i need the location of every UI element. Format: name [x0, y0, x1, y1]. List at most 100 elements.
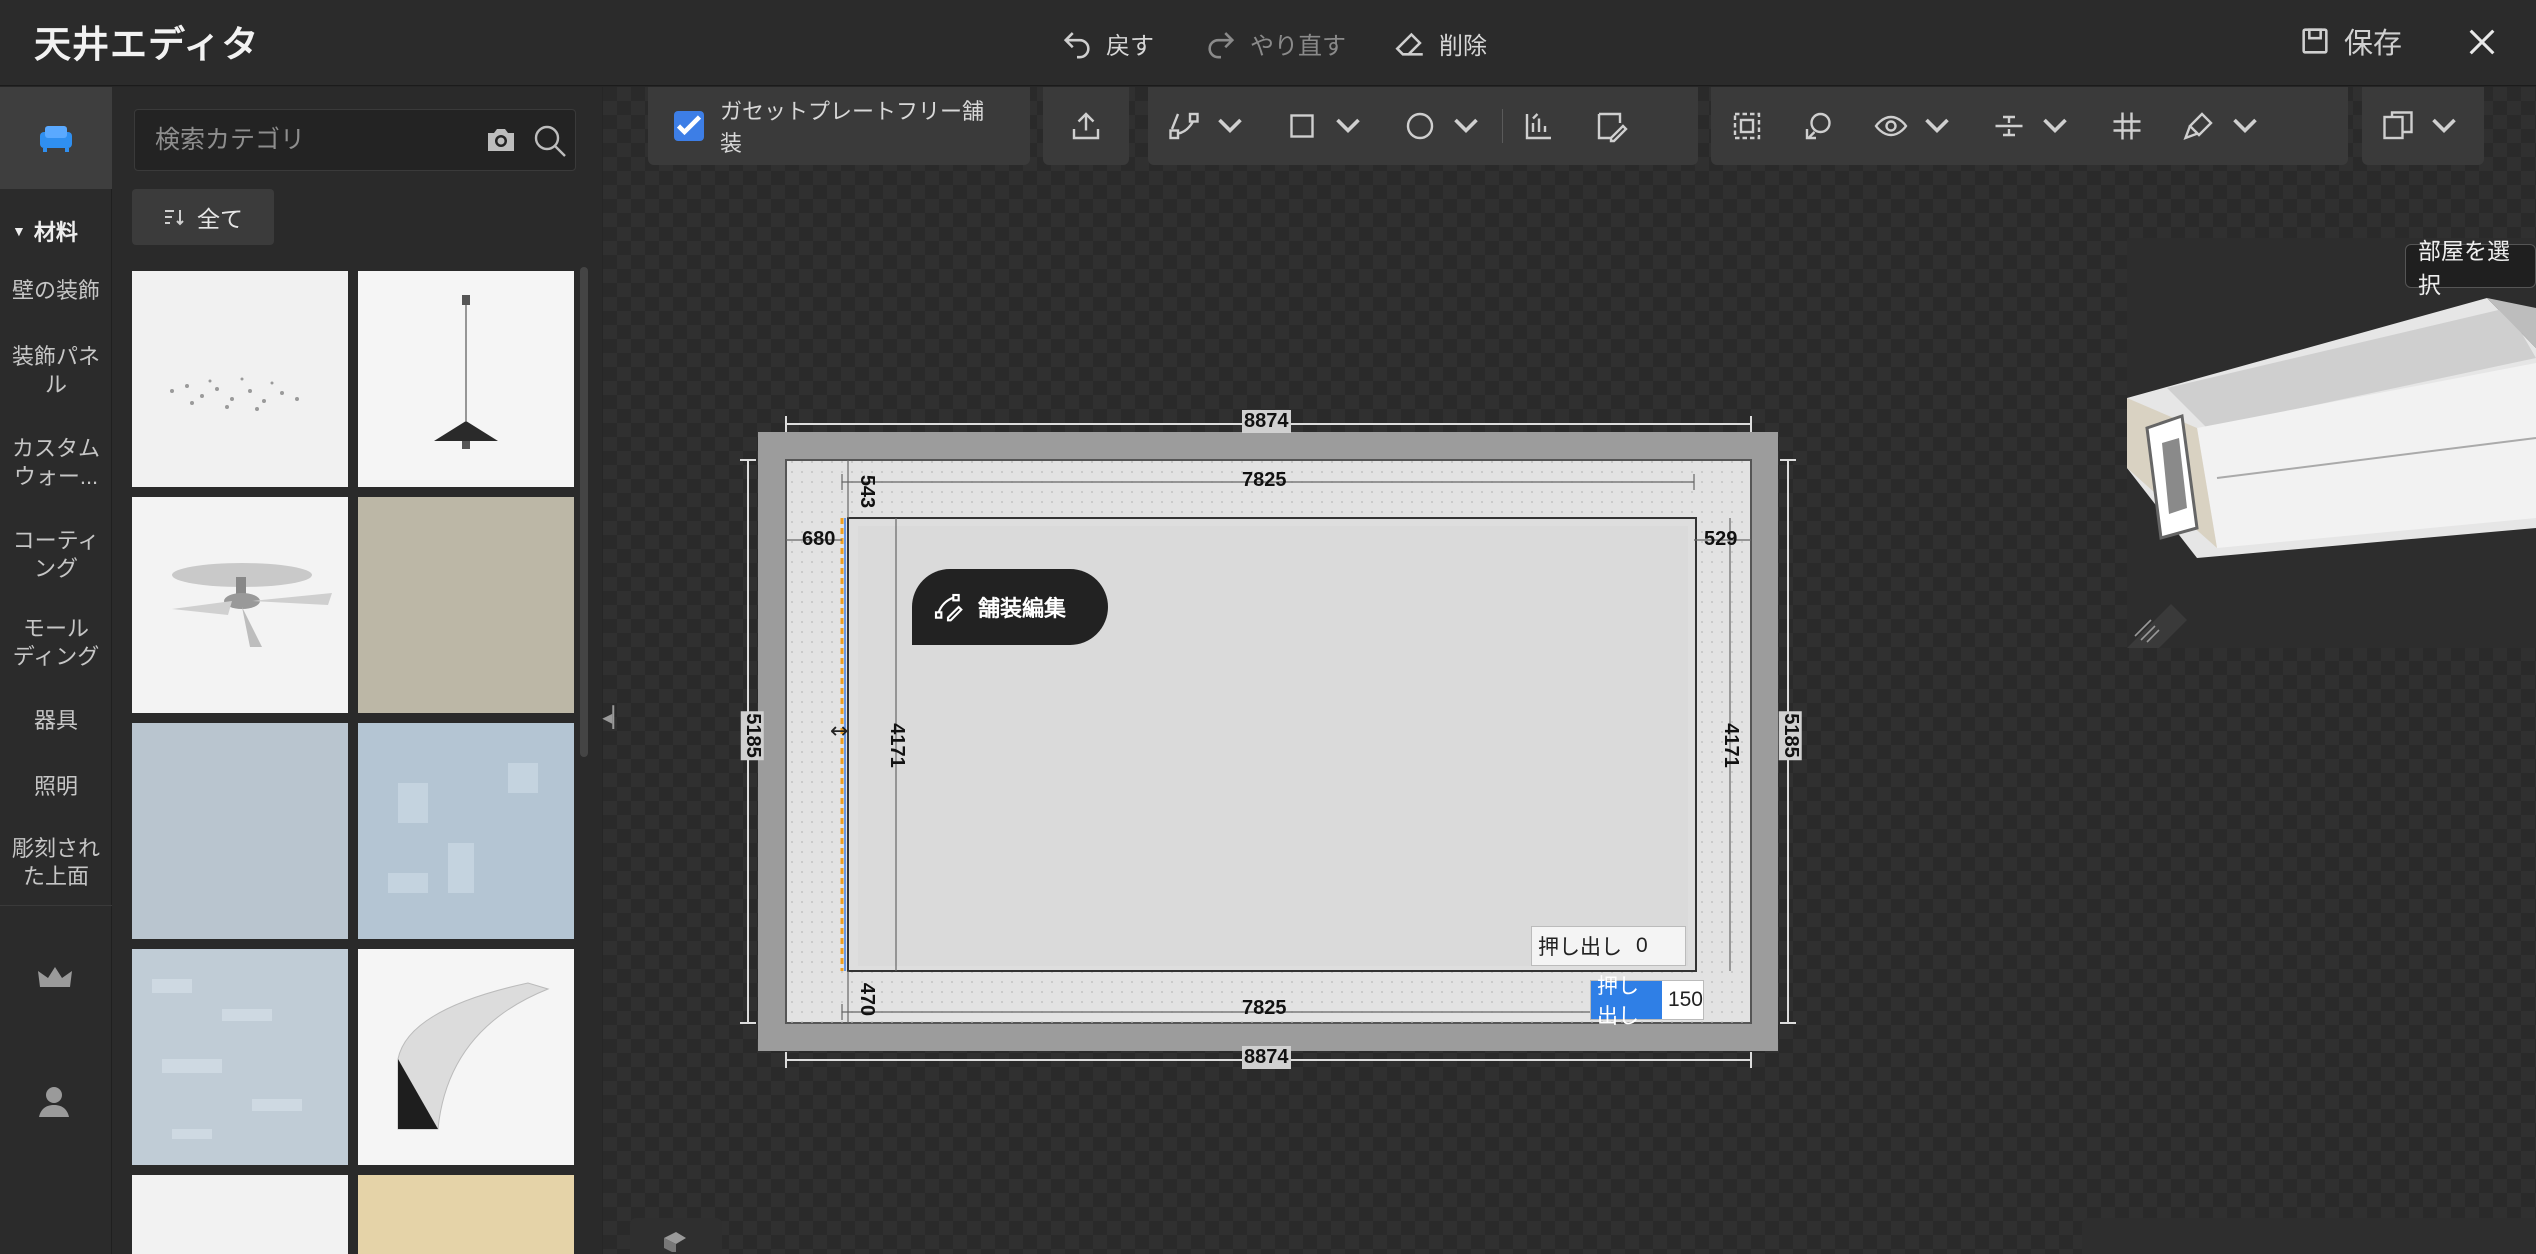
- dimension-tool[interactable]: [1503, 87, 1575, 165]
- sidebar-item-custom-wall[interactable]: カスタムウォー...: [0, 435, 112, 491]
- align-center-icon: [1995, 115, 2023, 137]
- dim-inner-width-top: 7825: [1242, 469, 1287, 491]
- paint-tool[interactable]: [2163, 87, 2281, 165]
- sidebar-item-coating[interactable]: コーティング: [0, 527, 112, 583]
- caret-down-icon: ▼: [12, 223, 26, 239]
- redo-label: やり直す: [1250, 32, 1346, 60]
- filter-all-button[interactable]: 全て: [132, 189, 274, 245]
- filter-all-label: 全て: [197, 206, 243, 232]
- layout-tool[interactable]: [2362, 87, 2480, 165]
- blue-pattern-image: [388, 763, 538, 893]
- export-button[interactable]: [1050, 87, 1122, 165]
- material-thumb-sand[interactable]: [358, 1175, 574, 1254]
- camera-icon[interactable]: [485, 126, 517, 154]
- sofa-icon: [40, 126, 72, 152]
- chevron-down-icon: [1336, 118, 1360, 134]
- material-thumb-ceiling-fan[interactable]: [132, 497, 348, 713]
- dim-inner-height-right: 4171: [1719, 723, 1742, 768]
- outer-extrude-field[interactable]: 押し出し 150: [1590, 975, 1704, 1028]
- paving-edit-button[interactable]: 舗装編集: [912, 569, 1108, 645]
- draw-path-tool[interactable]: [1148, 87, 1266, 165]
- mottled-blue-image: [152, 979, 302, 1139]
- toolbar-group-view: [1711, 87, 2348, 165]
- materials-section-header[interactable]: ▼ 材料: [12, 215, 78, 247]
- crystal-chandelier-image: [170, 377, 299, 411]
- dim-bottom-offset: 470: [856, 982, 879, 1017]
- select-region-tool[interactable]: [1711, 87, 1783, 165]
- inner-extrude-label: 押し出し: [1538, 936, 1622, 959]
- title-bar: 天井エディタ 戻す やり直す 削除 保存: [0, 0, 2536, 86]
- visibility-tool[interactable]: [1855, 87, 1973, 165]
- dim-outer-height-right: 5185: [1778, 711, 1802, 760]
- rectangle-icon: [1290, 114, 1314, 138]
- catalog-panel: 全て: [112, 87, 602, 1254]
- material-thumb-blue-pattern[interactable]: [358, 723, 574, 939]
- circle-tool[interactable]: [1384, 87, 1502, 165]
- sidebar-item-molding[interactable]: モールディング: [0, 615, 112, 671]
- material-thumb-mottled-blue[interactable]: [132, 949, 348, 1165]
- undo-icon: [1063, 32, 1090, 59]
- dim-left-offset: 680: [802, 528, 836, 550]
- circle-icon: [1406, 112, 1434, 140]
- rail-materials-tab[interactable]: [0, 87, 112, 189]
- sidebar-item-decor-panel[interactable]: 装飾パネル: [0, 343, 112, 399]
- delete-button[interactable]: 削除: [1393, 18, 1487, 68]
- collapse-left-icon: ◂▏: [602, 706, 628, 729]
- grid-tool[interactable]: [2091, 87, 2163, 165]
- save-button[interactable]: 保存: [2298, 16, 2402, 66]
- close-button[interactable]: [2460, 20, 2504, 64]
- align-tool[interactable]: [1973, 87, 2091, 165]
- app-title: 天井エディタ: [34, 24, 260, 65]
- bottom-view-tab[interactable]: [630, 1218, 722, 1254]
- resize-cursor-icon: ↔: [830, 719, 848, 744]
- undo-button[interactable]: 戻す: [1060, 18, 1154, 68]
- dim-right-offset: 529: [1704, 528, 1738, 550]
- material-thumb-cove-molding[interactable]: [358, 949, 574, 1165]
- catalog-scrollbar[interactable]: [580, 267, 588, 757]
- lasso-icon: [1805, 112, 1831, 140]
- pen-path-icon: [1169, 112, 1199, 140]
- material-thumb-beige-plain[interactable]: [358, 497, 574, 713]
- inner-extrude-field[interactable]: 押し出し 0: [1531, 926, 1686, 966]
- sidebar-item-fixtures[interactable]: 器具: [0, 707, 112, 735]
- search-box: [134, 109, 576, 171]
- sidebar-item-carved-top[interactable]: 彫刻された上面: [0, 835, 112, 891]
- ceiling-fan-image: [172, 563, 332, 647]
- material-thumb-pendant-lamp[interactable]: [358, 271, 574, 487]
- gasset-free-paving-checkbox[interactable]: ガセットプレートフリー舗装: [648, 87, 1030, 165]
- dim-top-offset: 543: [856, 474, 879, 509]
- redo-button[interactable]: やり直す: [1204, 18, 1346, 68]
- checkbox-checked-icon: [674, 111, 704, 141]
- resize-handle-icon[interactable]: [2127, 600, 2187, 648]
- copy-layout-icon: [2383, 111, 2413, 140]
- search-input[interactable]: [135, 110, 435, 170]
- cube-icon: [664, 1232, 686, 1252]
- sidebar-item-wall-decor[interactable]: 壁の装飾: [0, 277, 112, 305]
- material-thumb-crystal-chandelier[interactable]: [132, 271, 348, 487]
- edit-area-tool[interactable]: [1575, 87, 1647, 165]
- sort-icon: [165, 210, 184, 226]
- crown-button[interactable]: [36, 963, 74, 998]
- sidebar-item-lighting[interactable]: 照明: [0, 773, 112, 801]
- paint-brush-icon: [2183, 112, 2213, 141]
- collapse-panel-button[interactable]: ◂▏: [602, 687, 628, 747]
- edit-area-icon: [1597, 112, 1628, 143]
- zoom-controls[interactable]: [2082, 1218, 2536, 1254]
- chevron-down-icon: [1925, 118, 1949, 134]
- chevron-down-icon: [2432, 118, 2456, 134]
- ruler-dimension-icon: [1525, 113, 1551, 140]
- toolbar-group-layout: [2362, 87, 2484, 165]
- cove-molding-image: [397, 982, 550, 1130]
- rectangle-tool[interactable]: [1266, 87, 1384, 165]
- dim-outer-width-top: 8874: [1242, 410, 1291, 433]
- rail-divider: [0, 905, 112, 906]
- material-thumb-blue-gray[interactable]: [132, 723, 348, 939]
- search-icon[interactable]: [533, 124, 567, 158]
- user-icon: [39, 1087, 69, 1117]
- room-select-button[interactable]: 部屋を選択: [2405, 238, 2536, 298]
- lasso-tool[interactable]: [1783, 87, 1855, 165]
- pendant-lamp-image: [434, 295, 498, 449]
- save-label: 保存: [2344, 28, 2403, 60]
- material-thumb-white[interactable]: [132, 1175, 348, 1254]
- account-button[interactable]: [36, 1083, 72, 1124]
